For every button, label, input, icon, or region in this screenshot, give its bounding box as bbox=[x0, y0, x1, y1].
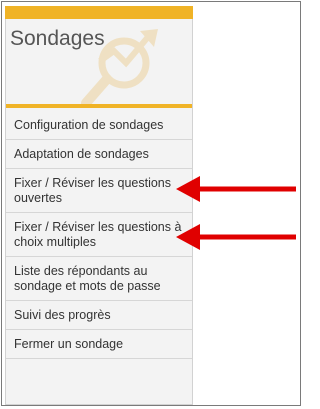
menu-item-repondants-mots-de-passe[interactable]: Liste des répondants au sondage et mots … bbox=[6, 257, 192, 301]
menu-item-adaptation[interactable]: Adaptation de sondages bbox=[6, 140, 192, 169]
menu-item-suivi-progres[interactable]: Suivi des progrès bbox=[6, 301, 192, 330]
panel-header: Sondages bbox=[6, 19, 192, 104]
panel-top-accent-bar bbox=[5, 6, 193, 19]
menu-item-configuration[interactable]: Configuration de sondages bbox=[6, 111, 192, 140]
header-underline bbox=[6, 104, 192, 108]
menu-item-fermer-sondage[interactable]: Fermer un sondage bbox=[6, 330, 192, 359]
page-title: Sondages bbox=[10, 27, 105, 50]
menu-item-questions-choix-multiples[interactable]: Fixer / Réviser les questions à choix mu… bbox=[6, 213, 192, 257]
menu-item-questions-ouvertes[interactable]: Fixer / Réviser les questions ouvertes bbox=[6, 169, 192, 213]
sondages-menu: Configuration de sondages Adaptation de … bbox=[6, 111, 192, 359]
red-left-arrow-icon bbox=[176, 176, 296, 202]
sondages-panel: Sondages Configuration de sondages Adapt… bbox=[5, 6, 193, 405]
red-left-arrow-icon bbox=[176, 224, 296, 250]
